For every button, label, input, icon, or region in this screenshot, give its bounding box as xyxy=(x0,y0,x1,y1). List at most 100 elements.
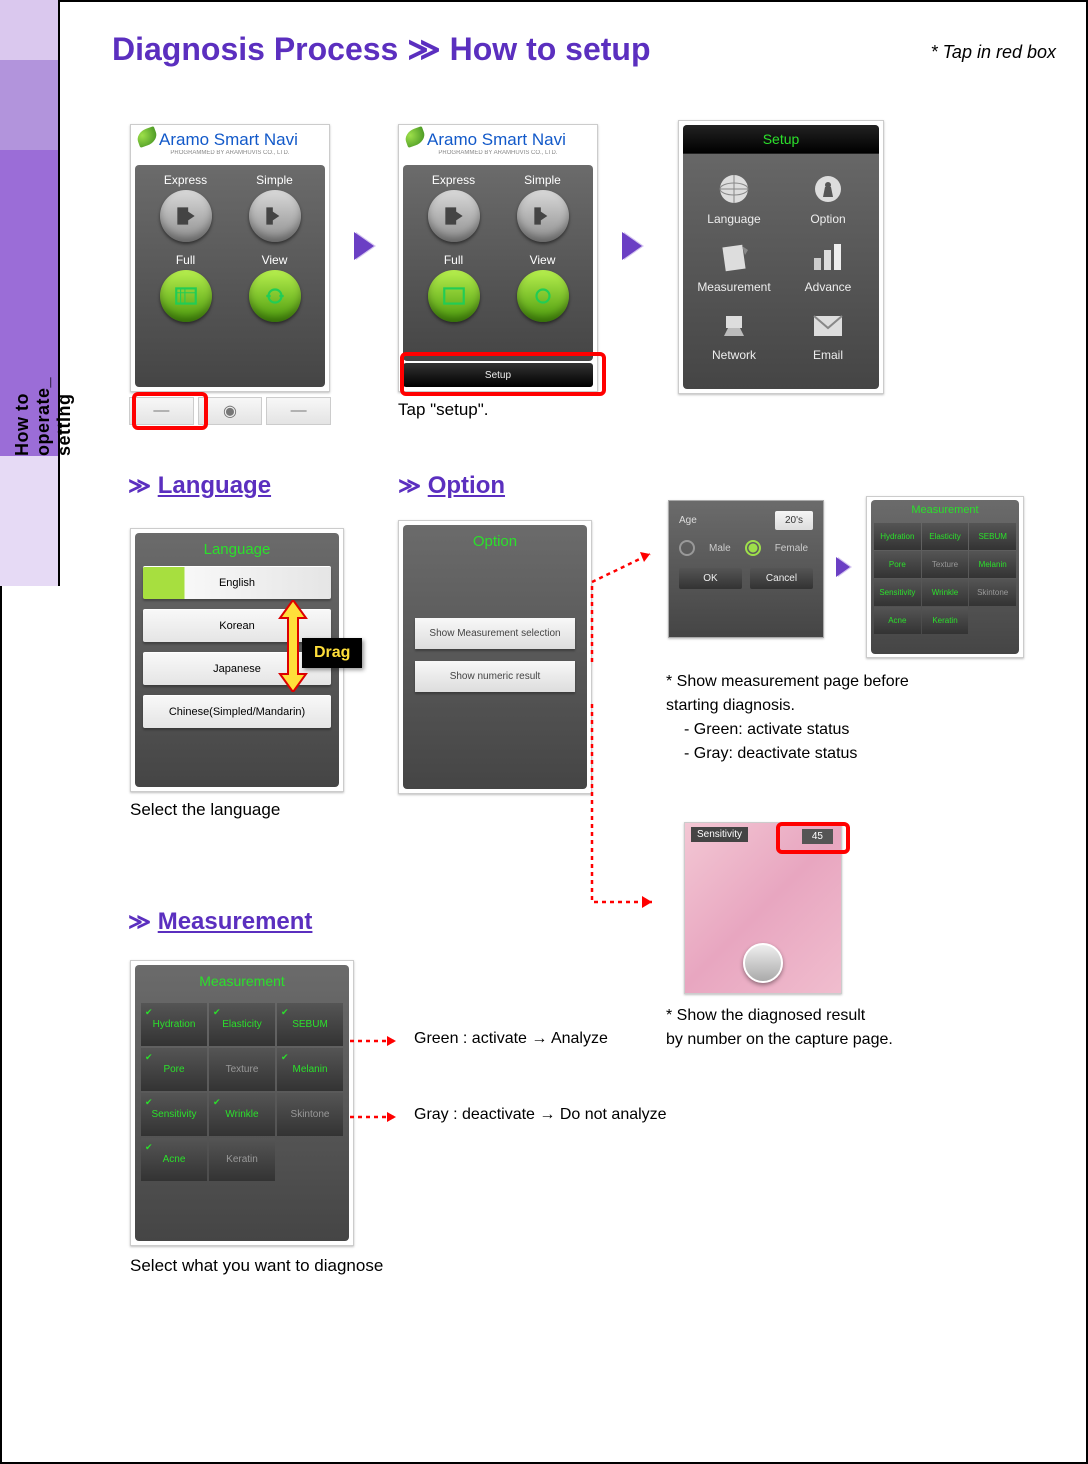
meas-mini-keratin[interactable]: Keratin xyxy=(922,607,969,634)
full-button[interactable]: Full xyxy=(413,253,494,325)
age-gender-dialog: Age20's Male Female OK Cancel xyxy=(668,500,824,638)
meas-mini-sebum[interactable]: SEBUM xyxy=(969,523,1016,550)
meas-mini-acne[interactable]: Acne xyxy=(874,607,921,634)
setup-advance[interactable]: Advance xyxy=(791,238,865,294)
meas-sebum[interactable]: ✔SEBUM xyxy=(277,1003,343,1046)
setup-option[interactable]: Option xyxy=(791,170,865,226)
ok-button[interactable]: OK xyxy=(679,568,742,589)
drag-label: Drag xyxy=(302,638,362,668)
setup-network[interactable]: Network xyxy=(697,306,771,362)
cancel-button[interactable]: Cancel xyxy=(750,568,813,589)
meas-acne[interactable]: ✔Acne xyxy=(141,1138,207,1181)
meas-mini-texture[interactable]: Texture xyxy=(922,551,969,578)
simple-button[interactable]: Simple xyxy=(234,173,315,245)
lang-chinese[interactable]: Chinese(Simpled/Mandarin) xyxy=(143,695,331,728)
device-home-1: Aramo Smart Navi PROGRAMMED BY ARAMHUVIS… xyxy=(130,124,330,392)
red-box-hw-back xyxy=(132,392,208,430)
app-brand-sub: PROGRAMMED BY ARAMHUVIS CO., LTD. xyxy=(131,150,329,159)
dotted-arrow-green xyxy=(348,1034,408,1048)
age-label: Age xyxy=(679,515,719,526)
express-button[interactable]: Express xyxy=(145,173,226,245)
opt-show-numeric[interactable]: Show numeric result xyxy=(415,661,575,692)
meas-hydration[interactable]: ✔Hydration xyxy=(141,1003,207,1046)
simple-icon xyxy=(530,203,556,229)
view-button[interactable]: View xyxy=(234,253,315,325)
side-tab-1[interactable] xyxy=(0,0,60,60)
meas-elasticity[interactable]: ✔Elasticity xyxy=(209,1003,275,1046)
express-icon xyxy=(441,203,467,229)
red-box-setup xyxy=(400,352,606,396)
view-icon xyxy=(262,283,288,309)
meas-melanin[interactable]: ✔Melanin xyxy=(277,1048,343,1091)
option-note-2: * Show the diagnosed result by number on… xyxy=(666,1004,1066,1052)
full-icon xyxy=(441,283,467,309)
caption-tap-setup: Tap "setup". xyxy=(398,400,489,420)
measurement-panel: Measurement ✔Hydration✔Elasticity✔SEBUM✔… xyxy=(130,960,354,1246)
app-brand: Aramo Smart Navi xyxy=(131,125,329,150)
view-icon xyxy=(530,283,556,309)
capture-tag: Sensitivity xyxy=(691,827,748,842)
express-button[interactable]: Express xyxy=(413,173,494,245)
legend-gray: Gray : deactivate → Do not analyze xyxy=(414,1106,667,1124)
meas-mini-sensitivity[interactable]: Sensitivity xyxy=(874,579,921,606)
simple-icon xyxy=(262,203,288,229)
meas-mini-melanin[interactable]: Melanin xyxy=(969,551,1016,578)
meas-keratin[interactable]: Keratin xyxy=(209,1138,275,1181)
leaf-icon xyxy=(135,126,159,148)
bars-icon xyxy=(808,240,848,274)
network-icon xyxy=(714,308,754,342)
language-panel-title: Language xyxy=(135,533,339,566)
opt-show-measurement[interactable]: Show Measurement selection xyxy=(415,618,575,649)
meas-mini-elasticity[interactable]: Elasticity xyxy=(922,523,969,550)
setup-language[interactable]: Language xyxy=(697,170,771,226)
measurement-mini-title: Measurement xyxy=(871,500,1019,520)
lang-english[interactable]: English xyxy=(143,566,331,599)
meas-mini-hydration[interactable]: Hydration xyxy=(874,523,921,550)
male-label: Male xyxy=(709,543,731,554)
chevron-icon xyxy=(622,232,642,260)
age-value[interactable]: 20's xyxy=(775,511,813,530)
full-button[interactable]: Full xyxy=(145,253,226,325)
page: How to operate_ setting Diagnosis Proces… xyxy=(0,0,1088,1464)
setup-measurement[interactable]: Measurement xyxy=(697,238,771,294)
tap-hint: * Tap in red box xyxy=(931,42,1056,63)
meas-texture[interactable]: Texture xyxy=(209,1048,275,1091)
leaf-icon xyxy=(403,126,427,148)
measurement-mini-panel: Measurement HydrationElasticitySEBUM Pore… xyxy=(866,496,1024,658)
meas-sensitivity[interactable]: ✔Sensitivity xyxy=(141,1093,207,1136)
meas-mini-skintone[interactable]: Skintone xyxy=(969,579,1016,606)
chevron-icon xyxy=(354,232,374,260)
side-tab-2[interactable] xyxy=(0,60,60,150)
full-icon xyxy=(173,283,199,309)
meas-pore[interactable]: ✔Pore xyxy=(141,1048,207,1091)
option-note-1: * Show measurement page before starting … xyxy=(666,670,1066,766)
email-icon xyxy=(808,308,848,342)
measurement-panel-title: Measurement xyxy=(135,965,349,997)
side-tab-4[interactable] xyxy=(0,456,60,586)
view-button[interactable]: View xyxy=(502,253,583,325)
red-box-number xyxy=(776,822,850,854)
meas-skintone[interactable]: Skintone xyxy=(277,1093,343,1136)
globe-icon xyxy=(714,172,754,206)
setup-title: Setup xyxy=(683,125,879,154)
section-measurement-head: ≫ Measurement xyxy=(128,908,312,936)
clipboard-icon xyxy=(714,240,754,274)
option-panel: Option Show Measurement selection Show n… xyxy=(398,520,592,794)
dotted-arrow-1 xyxy=(590,542,670,672)
chevron-icon xyxy=(836,557,850,577)
meas-wrinkle[interactable]: ✔Wrinkle xyxy=(209,1093,275,1136)
simple-button[interactable]: Simple xyxy=(502,173,583,245)
side-tabs: How to operate_ setting xyxy=(0,0,60,586)
radio-female[interactable] xyxy=(745,540,761,556)
radio-male[interactable] xyxy=(679,540,695,556)
meas-mini-wrinkle[interactable]: Wrinkle xyxy=(922,579,969,606)
meas-mini-pore[interactable]: Pore xyxy=(874,551,921,578)
setup-email[interactable]: Email xyxy=(791,306,865,362)
side-tab-label: How to operate_ setting xyxy=(12,320,75,456)
hw-menu-button[interactable]: — xyxy=(266,397,331,425)
express-icon xyxy=(173,203,199,229)
camera-button-icon[interactable] xyxy=(743,943,783,983)
side-tab-selected[interactable]: How to operate_ setting xyxy=(0,150,60,456)
legend-green: Green : activate → Analyze xyxy=(414,1030,608,1048)
device-setup-menu: Setup Language Option Measurement Advanc… xyxy=(678,120,884,394)
